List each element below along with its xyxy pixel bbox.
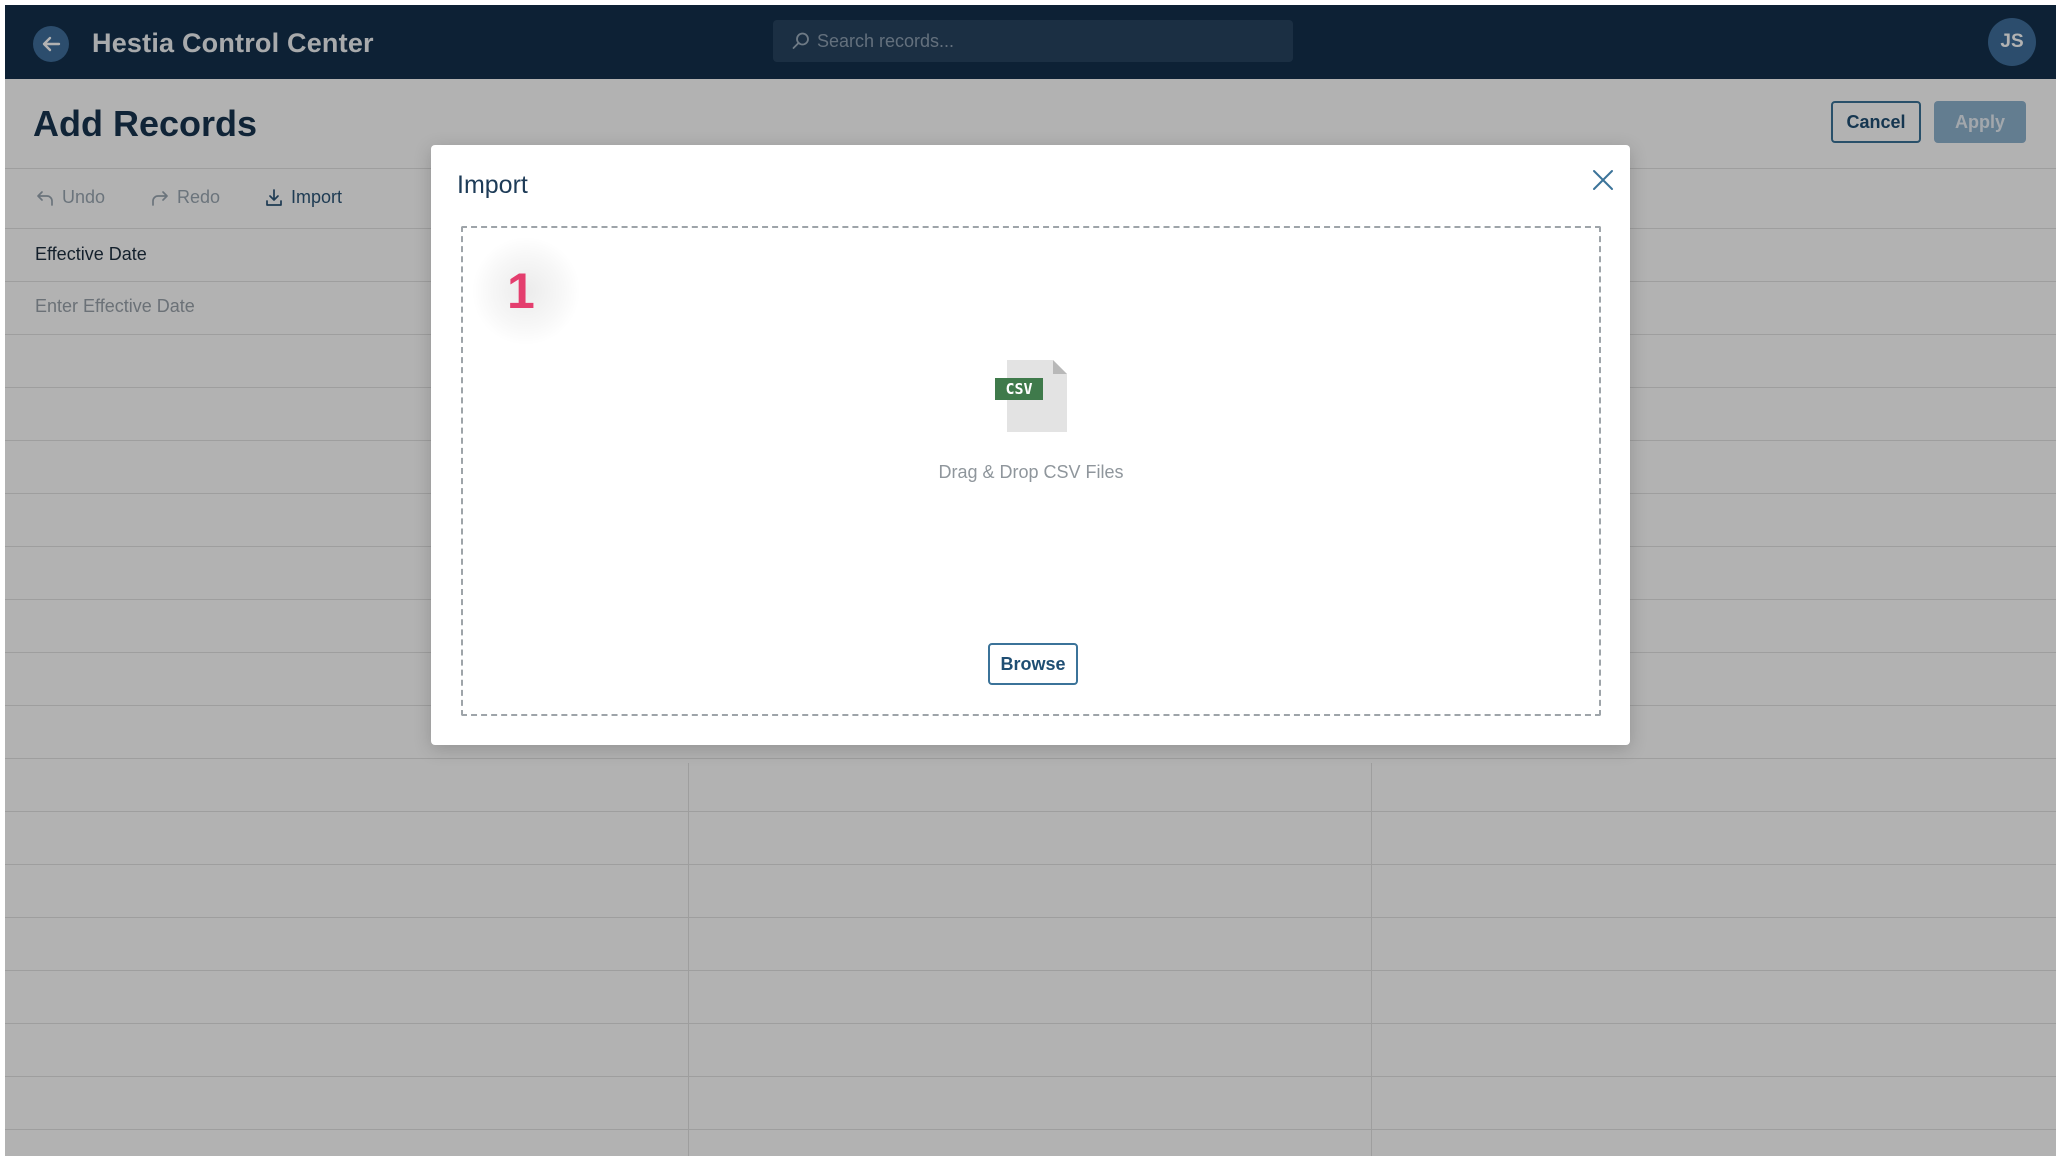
dialog-title: Import (457, 171, 528, 199)
close-icon (1593, 170, 1613, 190)
dropzone-label: Drag & Drop CSV Files (938, 462, 1124, 482)
import-dialog: Import 1 CSV Drag & Drop CSV Files Brows… (431, 145, 1630, 745)
csv-file-icon: CSV (995, 360, 1067, 432)
app-window: Hestia Control Center JS Add Records Can… (5, 5, 2056, 1156)
step-marker: 1 (507, 263, 535, 319)
close-button[interactable] (1586, 163, 1620, 197)
browse-button[interactable]: Browse (988, 643, 1078, 685)
csv-dropzone[interactable]: 1 CSV Drag & Drop CSV Files Browse (461, 226, 1601, 716)
csv-badge-text: CSV (1005, 380, 1032, 398)
